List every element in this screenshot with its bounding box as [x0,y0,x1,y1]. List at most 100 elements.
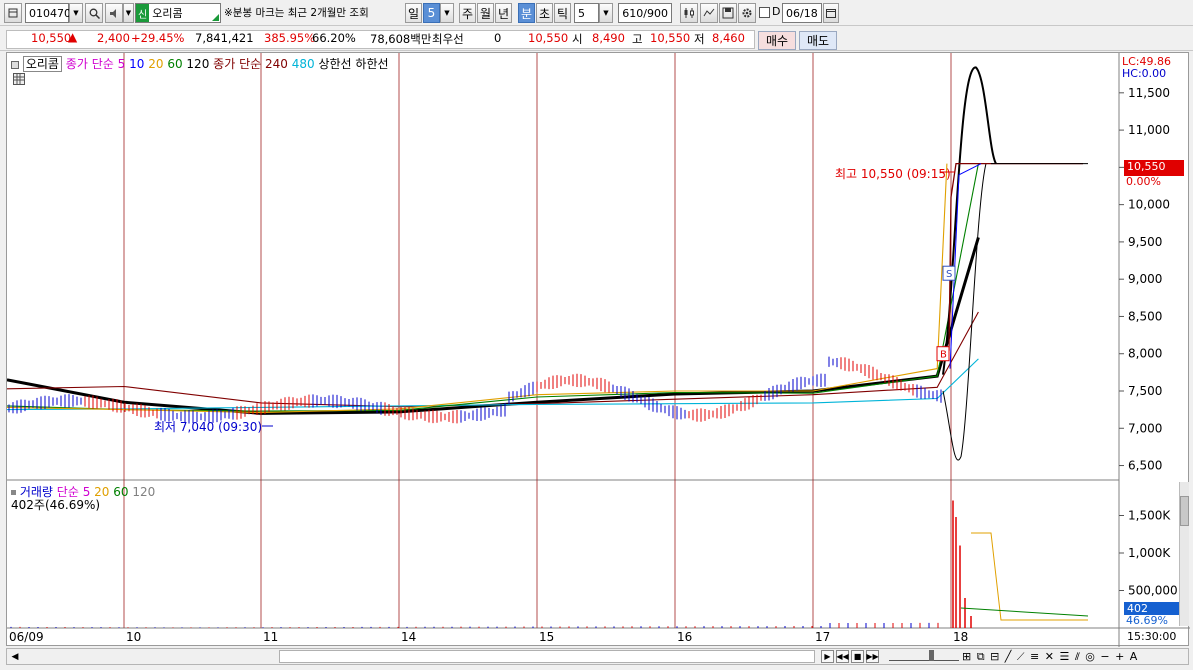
fast-forward-icon[interactable]: ▶▶ [866,650,879,663]
chart-svg[interactable]: 11,50011,00010,50010,0009,5009,0008,5008… [7,53,1190,647]
date-label: 16 [677,630,692,644]
candle-type-icon[interactable] [680,3,698,23]
date-checkbox[interactable] [759,7,770,18]
volume-ma60 [960,607,1089,617]
data-count-field[interactable]: 610/900 [618,3,672,23]
date-label: 14 [401,630,416,644]
tool-trend-icon[interactable]: ⟋ [1017,650,1026,663]
legend-vol-ma120[interactable]: 120 [132,485,155,499]
rewind-icon[interactable]: ◀◀ [836,650,849,663]
legend-box-icon[interactable] [11,60,19,69]
date-label: 15 [539,630,554,644]
interval-dropdown[interactable]: ▼ [599,3,613,23]
speaker-dropdown[interactable]: ▼ [123,3,134,23]
legend-close-2[interactable]: 종가 [213,57,235,71]
legend-ma5[interactable]: 5 [118,57,126,71]
date-label: 11 [263,630,278,644]
window-menu-icon[interactable] [4,3,22,23]
tool-copy-icon[interactable]: ⧉ [977,650,986,663]
tool-layout-icon[interactable]: ⊟ [990,650,1000,663]
legend-close[interactable]: 종가 [66,57,88,71]
legend-lower-band[interactable]: 하한선 [355,57,388,71]
legend-upper-band[interactable]: 상한선 [318,57,351,71]
date-label: 06/09 [9,630,44,644]
period-day[interactable]: 일 [405,3,422,23]
period-tick[interactable]: 틱 [554,3,571,23]
legend-ma60[interactable]: 60 [167,57,182,71]
stop-icon[interactable]: ■ [851,650,864,663]
date-input[interactable]: 06/18 [782,3,822,23]
speed-slider[interactable] [889,650,959,661]
sell-button[interactable]: 매도 [799,31,837,50]
scroll-left-icon[interactable]: ◀ [9,651,21,663]
legend-ma480[interactable]: 480 [292,57,315,71]
chart-area[interactable]: 11,50011,00010,50010,0009,5009,0008,5008… [6,52,1190,647]
tool-zoom-icon[interactable]: ◎ [1085,650,1096,663]
legend-vol-ma60[interactable]: 60 [113,485,128,499]
volume-tick-label: 1,500K [1128,509,1171,523]
low-label: 저 [694,32,705,46]
hc-label: HC:0.00 [1122,67,1167,80]
zoom-out-icon[interactable]: − [1100,650,1110,663]
price-tick-label: 6,500 [1128,459,1162,473]
ma-line-60 [7,163,979,412]
legend-stock-name[interactable]: 오리콤 [22,56,62,72]
high-label: 고 [632,32,643,46]
legend-simple[interactable]: 단순 [92,57,114,71]
stock-code-input[interactable]: 010470 [25,3,71,23]
time-label: 15:30:00 [1127,630,1177,643]
zoom-in-icon[interactable]: + [1115,650,1125,663]
settings-gear-icon[interactable] [738,3,756,23]
stock-code-value: 010470 [29,6,71,20]
period-year[interactable]: 년 [495,3,512,23]
current-price: 10,550 [31,31,72,45]
save-icon[interactable] [719,3,737,23]
drawing-tools[interactable]: ⊞ ⧉ ⊟ ╱ ⟋ ≡ ✕ ☰ ⫽ ◎ − + A [962,650,1138,664]
price-line [948,162,1083,351]
change-percent: +29.45% [131,31,185,45]
date-label: 10 [126,630,141,644]
period-week[interactable]: 주 [459,3,476,23]
play-icon[interactable]: ▶ [821,650,834,663]
period-second[interactable]: 초 [536,3,553,23]
calendar-icon[interactable] [823,3,839,23]
period-day-count[interactable]: 5 [423,3,440,23]
tool-channel-icon[interactable]: ⫽ [1075,650,1081,663]
price-tick-label: 10,000 [1128,198,1170,212]
date-label: 18 [953,630,968,644]
speed-slider-thumb[interactable] [929,650,934,661]
volume-ratio: 385.95% [264,31,316,45]
best-bid-label: 최우선 [432,32,464,46]
grid-table-icon[interactable] [13,73,25,85]
period-minute[interactable]: 분 [518,3,535,23]
legend-simple-2[interactable]: 단순 [239,57,261,71]
sell-marker-label: S [946,269,952,280]
tool-fib-icon[interactable]: ☰ [1059,650,1070,663]
legend-ma10[interactable]: 10 [129,57,144,71]
legend-ma20[interactable]: 20 [148,57,163,71]
corner-mark-icon [212,14,219,21]
search-icon[interactable] [85,3,103,23]
scroll-thumb[interactable] [279,650,815,663]
text-tool-icon[interactable]: A [1130,650,1139,663]
legend-ma120[interactable]: 120 [186,57,209,71]
speaker-icon[interactable] [105,3,123,23]
tool-cross-icon[interactable]: ✕ [1045,650,1055,663]
turnover-rate: 66.20% [312,31,356,45]
indicator-icon[interactable] [700,3,718,23]
volume-scroll-thumb[interactable] [1180,496,1189,526]
stock-name-field[interactable]: 신 오리콤 [135,3,221,23]
horizontal-scrollbar[interactable]: ◀ ▶ ◀◀ ■ ▶▶ ⊞ ⧉ ⊟ ╱ ⟋ ≡ ✕ ☰ ⫽ ◎ − + A [6,648,1189,665]
legend-ma240[interactable]: 240 [265,57,288,71]
tool-ruler-icon[interactable]: ≡ [1030,650,1040,663]
buy-button[interactable]: 매수 [758,31,796,50]
stock-code-dropdown[interactable]: ▼ [69,3,83,23]
interval-input[interactable]: 5 [574,3,599,23]
period-month[interactable]: 월 [477,3,494,23]
tool-line-icon[interactable]: ╱ [1005,650,1013,663]
period-dropdown[interactable]: ▼ [440,3,454,23]
last-price-tag: 10,550 [1124,160,1184,176]
credit-badge: 신 [136,4,150,22]
tool-crosshair-icon[interactable]: ⊞ [962,650,972,663]
volume-scrollbar[interactable] [1179,482,1189,626]
